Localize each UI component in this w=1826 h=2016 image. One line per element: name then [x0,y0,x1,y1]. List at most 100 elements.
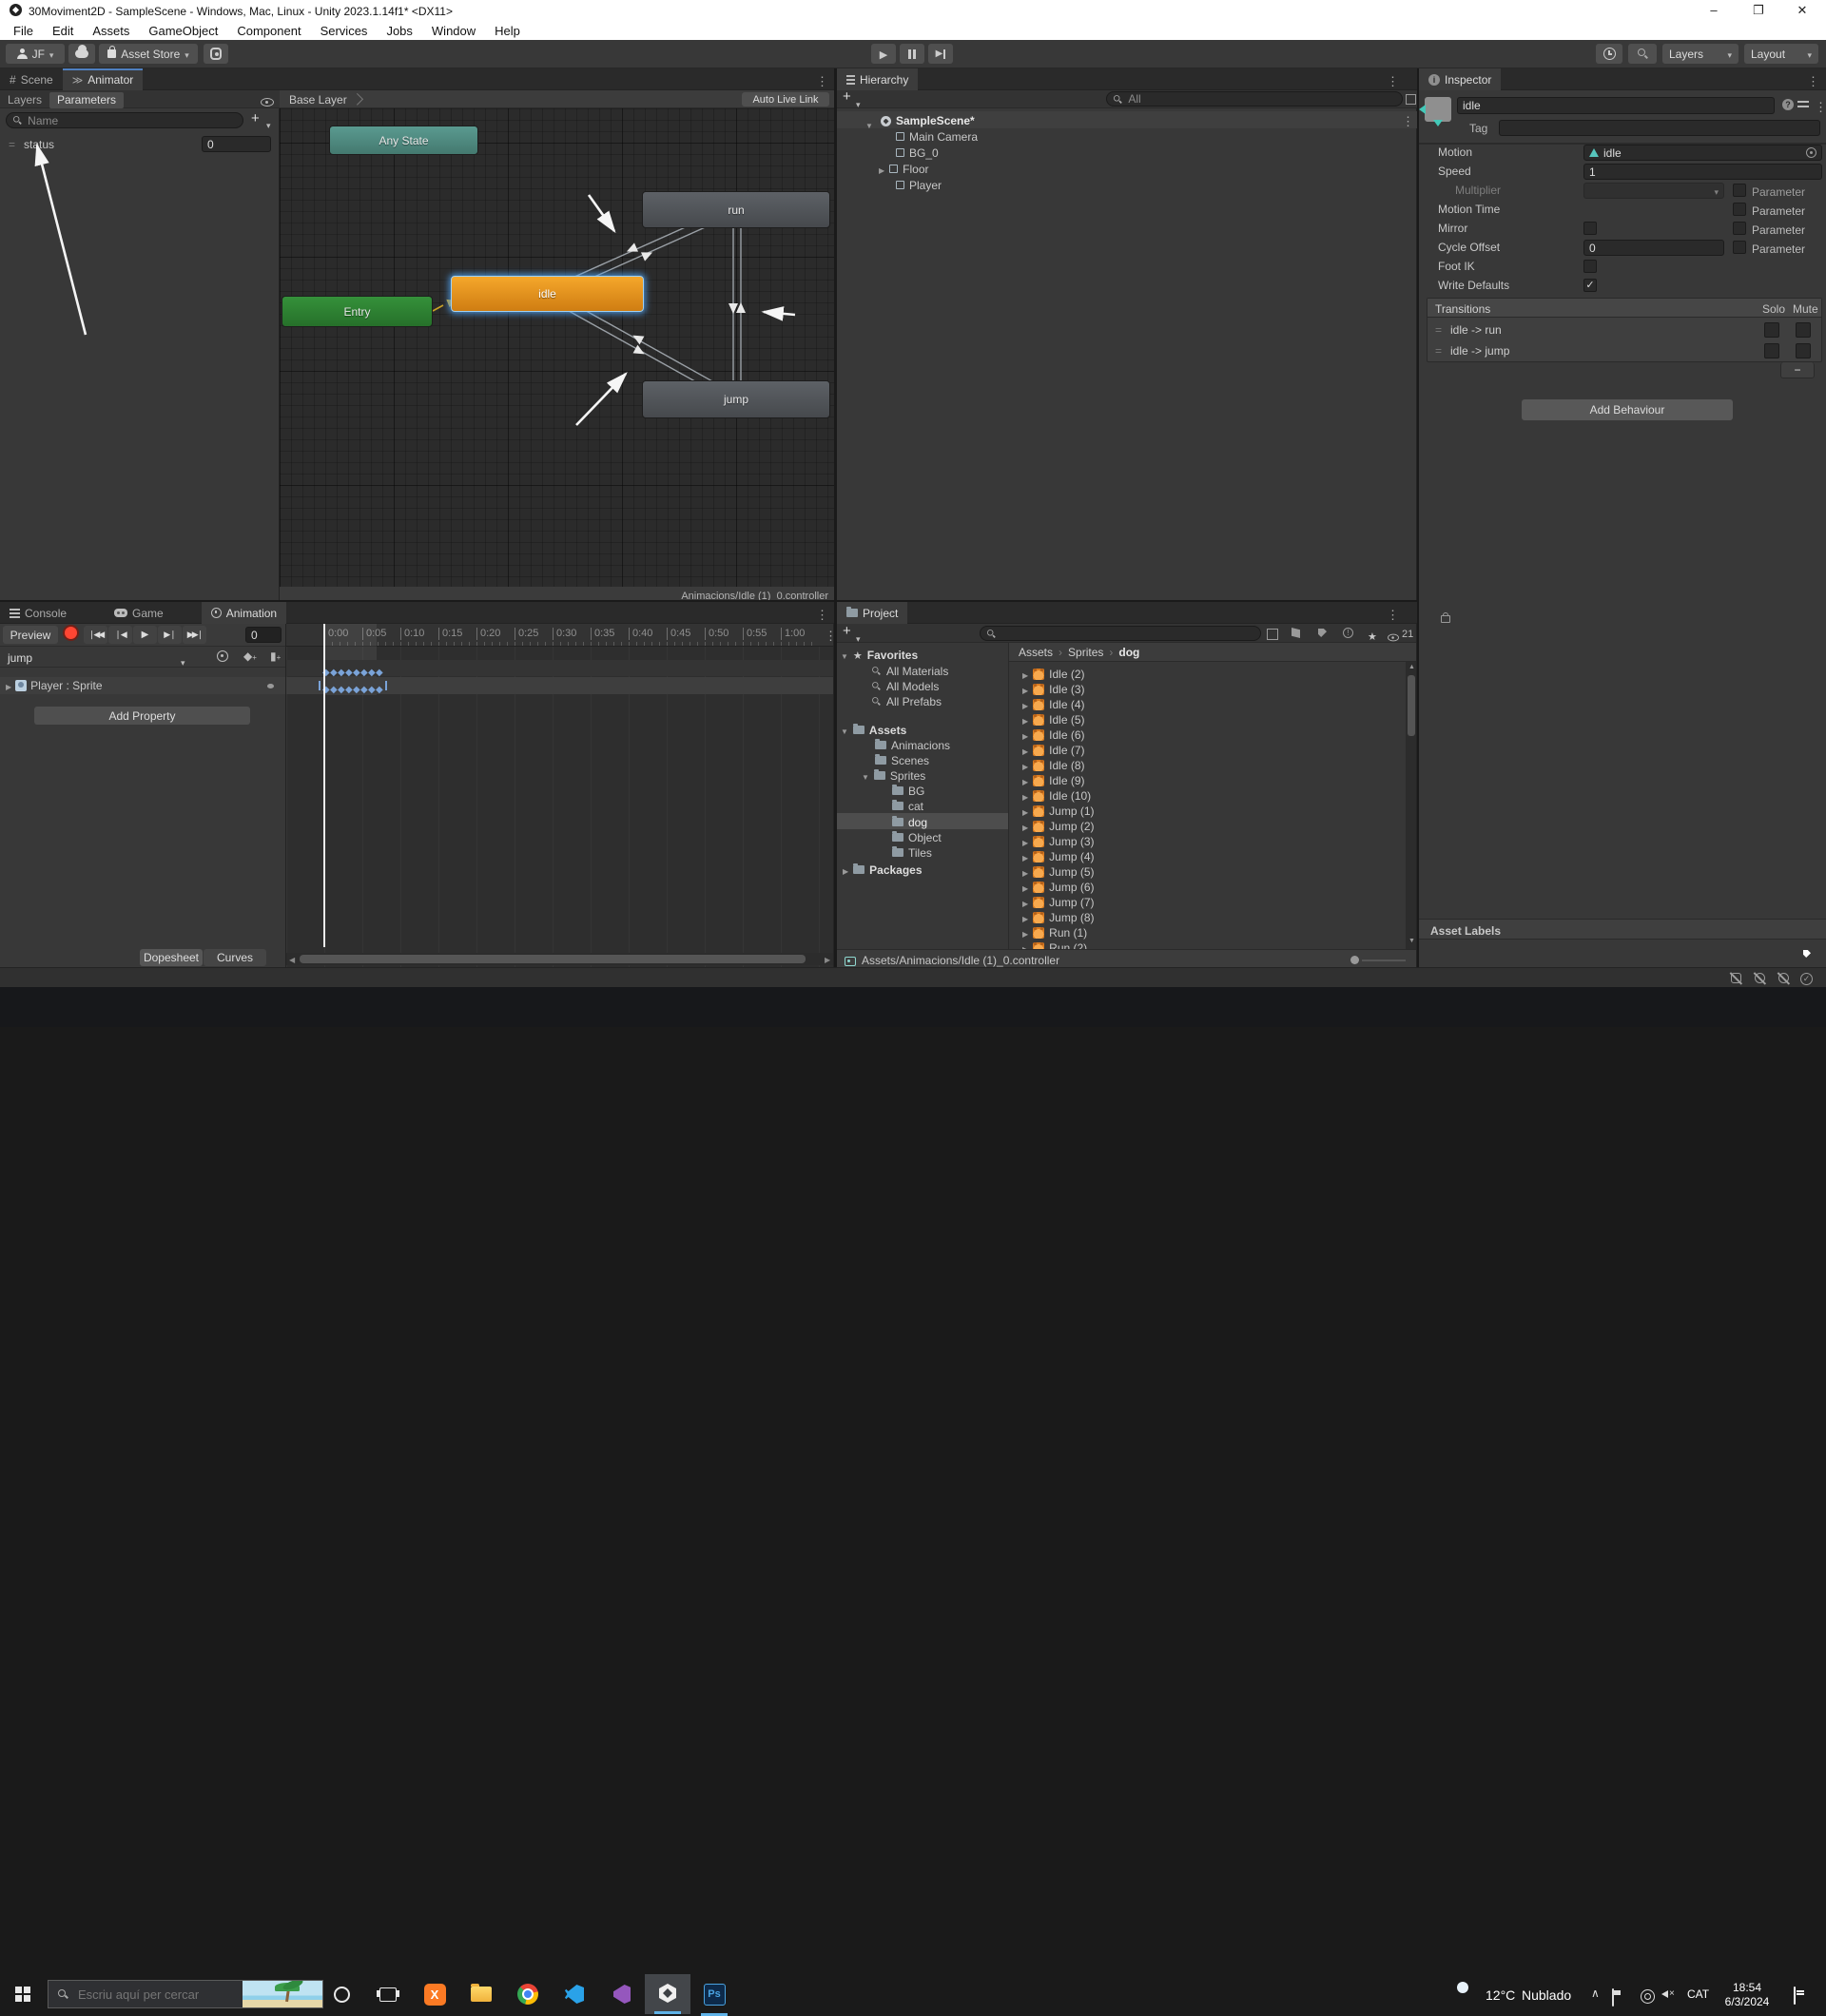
file-row[interactable]: Idle (8) [1022,757,1085,773]
record-button[interactable] [63,625,79,641]
add-behaviour-button[interactable]: Add Behaviour [1522,399,1733,420]
battery-icon[interactable] [1612,1988,1614,2006]
keyframe[interactable] [368,680,376,697]
first-key-button[interactable]: ❘◀◀ [84,626,107,644]
motion-field[interactable]: idle [1583,145,1822,161]
layout-dropdown[interactable]: Layout [1744,44,1818,64]
mute-checkbox[interactable] [1796,322,1811,338]
presets-icon[interactable] [1797,101,1809,110]
tab-layers[interactable]: Layers [8,94,42,106]
state-node-entry[interactable]: Entry [282,296,433,327]
expander-icon[interactable] [1022,789,1028,803]
breadcrumb-dog[interactable]: dog [1118,647,1139,658]
expander-icon[interactable] [1022,744,1028,757]
filter-icon[interactable] [217,650,228,662]
tree-favorites[interactable]: Favorites [841,647,918,663]
file-row[interactable]: Jump (5) [1022,863,1095,880]
solo-checkbox[interactable] [1764,343,1779,359]
taskbar-xampp[interactable]: X [423,1983,446,2006]
cycle-offset-parameter-checkbox[interactable] [1733,241,1746,254]
expander-icon[interactable] [1022,865,1028,879]
account-button[interactable]: JF [6,44,65,64]
panel-menu-icon[interactable] [816,607,828,624]
tab-parameters[interactable]: Parameters [49,92,124,108]
menu-assets[interactable]: Assets [83,24,139,38]
state-node-any-state[interactable]: Any State [329,126,478,155]
start-button[interactable] [11,1983,34,2006]
tab-game[interactable]: Game [105,602,173,624]
tab-project[interactable]: Project [837,602,907,624]
layers-dropdown[interactable]: Layers [1662,44,1739,64]
multiplier-dropdown[interactable] [1583,183,1724,199]
cortana-button[interactable] [330,1983,353,2006]
add-keyframe-icon[interactable]: ◆+ [243,650,257,662]
hierarchy-search-input[interactable] [1126,91,1396,107]
menu-file[interactable]: File [4,24,43,38]
project-search[interactable] [980,626,1261,641]
file-row[interactable]: Idle (6) [1022,727,1085,743]
file-row[interactable]: Idle (5) [1022,711,1085,727]
file-row[interactable]: Jump (7) [1022,894,1095,910]
taskbar-chrome[interactable] [516,1983,539,2006]
expander-icon[interactable] [1022,941,1028,950]
hidden-count-icon[interactable] [1388,634,1399,642]
asset-store-button[interactable]: Asset Store [99,44,198,64]
state-node-run[interactable]: run [642,191,830,228]
step-button[interactable] [928,44,953,64]
hierarchy-row-floor[interactable]: Floor [879,161,929,177]
file-row[interactable]: Idle (10) [1022,787,1091,804]
curves-button[interactable]: Curves [204,949,266,966]
file-row[interactable]: Idle (3) [1022,681,1085,697]
file-row[interactable]: Run (1) [1022,924,1087,940]
add-parameter-button[interactable] [251,110,260,127]
tab-animation[interactable]: Animation [202,602,286,624]
state-name-field[interactable] [1457,97,1775,114]
tab-scene[interactable]: Scene [0,68,63,90]
mirror-parameter-checkbox[interactable] [1733,222,1746,235]
taskbar-file-explorer[interactable] [470,1983,493,2006]
add-event-icon[interactable]: ▮+ [270,650,281,662]
cycle-offset-field[interactable] [1583,240,1724,256]
asset-labels-header[interactable]: Asset Labels [1419,919,1826,940]
clip-dropdown[interactable]: jump [8,652,32,664]
tree-packages[interactable]: Packages [843,862,923,878]
expander-icon[interactable] [841,724,848,737]
taskbar-unity-active[interactable] [645,1974,690,2014]
expander-icon[interactable] [1022,698,1028,711]
breadcrumb-sprites[interactable]: Sprites [1068,647,1103,658]
keyframe[interactable] [353,680,360,697]
scrollbar-thumb[interactable] [300,955,806,963]
file-row[interactable]: Run (2) [1022,940,1087,949]
taskbar-vscode[interactable] [563,1983,586,2006]
object-picker-icon[interactable] [1806,147,1816,158]
expander-icon[interactable] [1022,896,1028,909]
dopesheet-button[interactable]: Dopesheet [140,949,203,966]
undo-history-button[interactable] [1596,44,1622,64]
file-row[interactable]: Idle (7) [1022,742,1085,758]
file-row[interactable]: Jump (6) [1022,879,1095,895]
tree-dog-selected[interactable]: dog [892,814,927,830]
cache-server-disconnected-icon[interactable] [1753,971,1767,985]
ruler-menu-icon[interactable] [825,628,834,645]
file-row[interactable]: Jump (1) [1022,803,1095,819]
open-search-icon[interactable] [1267,629,1278,640]
tag-field[interactable] [1499,120,1820,136]
menu-component[interactable]: Component [227,24,310,38]
tree-object[interactable]: Object [892,829,942,845]
search-everything-button[interactable] [1628,44,1657,64]
tab-console[interactable]: Console [0,602,76,624]
parameter-search[interactable] [6,112,243,128]
write-defaults-checkbox[interactable]: ✓ [1583,279,1597,292]
hierarchy-row-bg0[interactable]: BG_0 [896,145,939,161]
hierarchy-row-main-camera[interactable]: Main Camera [896,128,978,145]
panel-menu-icon[interactable] [816,73,828,90]
expander-icon[interactable] [1022,728,1028,742]
taskbar-search-box[interactable] [48,1980,323,2008]
taskbar-visual-studio[interactable] [610,1983,632,2006]
clock[interactable]: 18:54 6/3/2024 [1718,1981,1777,2009]
volume-muted-icon[interactable]: × [1661,1988,1675,1999]
foot-ik-checkbox[interactable] [1583,260,1597,273]
multiplier-parameter-checkbox[interactable] [1733,184,1746,197]
transition-row-idle-run[interactable]: = idle -> run [1428,320,1821,340]
status-check-icon[interactable]: ✓ [1800,973,1813,985]
